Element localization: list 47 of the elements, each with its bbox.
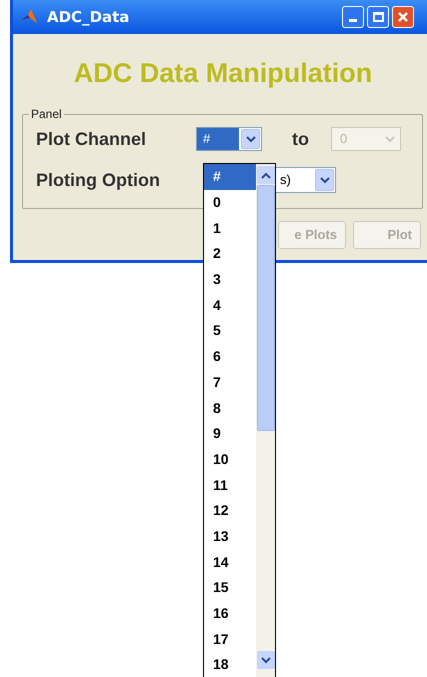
- scroll-thumb[interactable]: [256, 185, 274, 431]
- list-item[interactable]: #: [204, 164, 256, 190]
- chevron-down-icon: [320, 176, 330, 184]
- heading: ADC Data Manipulation: [72, 57, 374, 90]
- scroll-up-button[interactable]: [256, 166, 274, 184]
- list-item[interactable]: 1: [204, 215, 256, 242]
- list-item[interactable]: 0: [204, 190, 256, 216]
- list-item[interactable]: 13: [204, 524, 256, 550]
- maximize-icon: [372, 12, 384, 22]
- close-button[interactable]: [392, 6, 414, 28]
- scrollbar[interactable]: [256, 164, 275, 677]
- list-item[interactable]: 11: [204, 472, 256, 498]
- list-item[interactable]: 4: [204, 292, 256, 318]
- chevron-down-icon: [246, 136, 256, 142]
- dropdown-arrow-button[interactable]: [315, 169, 334, 191]
- list-item[interactable]: 17: [204, 626, 256, 652]
- list-item[interactable]: 5: [204, 318, 256, 344]
- dropdown-arrow-button[interactable]: [241, 129, 260, 149]
- dropdown-value: 0: [339, 130, 348, 148]
- list-item[interactable]: 12: [204, 498, 256, 524]
- field-label: Ploting Option: [36, 168, 161, 192]
- app-logo-icon: [21, 9, 39, 25]
- list-item[interactable]: 7: [204, 370, 256, 396]
- close-icon: [397, 11, 409, 23]
- minimize-icon: [349, 19, 357, 22]
- list-item[interactable]: 14: [204, 549, 256, 575]
- list-item[interactable]: 15: [204, 575, 256, 601]
- list-item[interactable]: 9: [204, 420, 256, 447]
- field-label: Plot Channel: [36, 128, 148, 150]
- maximize-button[interactable]: [367, 6, 389, 28]
- list-item[interactable]: 6: [204, 344, 256, 370]
- list-item[interactable]: 18: [204, 652, 256, 677]
- list-item[interactable]: 8: [204, 395, 256, 421]
- list-item[interactable]: 10: [204, 446, 256, 472]
- dropdown-value: #: [197, 128, 239, 150]
- list-item[interactable]: 16: [204, 600, 256, 626]
- window-title: ADC_Data: [47, 6, 130, 28]
- scroll-down-button[interactable]: [256, 651, 274, 669]
- minimize-button[interactable]: [342, 6, 364, 28]
- dropdown-value: s): [279, 171, 291, 190]
- list-item[interactable]: 2: [204, 241, 256, 267]
- chevron-up-icon: [260, 172, 270, 178]
- chevron-down-icon: [384, 136, 394, 142]
- chevron-down-icon: [260, 656, 270, 664]
- channel-dropdown[interactable]: #: [196, 127, 262, 151]
- to-label: to: [292, 128, 309, 150]
- list-item[interactable]: 3: [204, 266, 256, 292]
